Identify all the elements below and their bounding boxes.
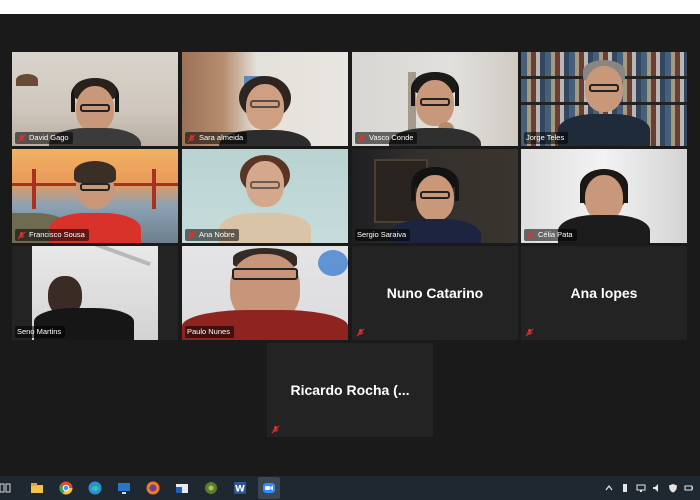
usb-icon[interactable] (620, 483, 630, 493)
shield-icon[interactable] (668, 483, 678, 493)
window-top-bar (0, 0, 700, 14)
participant-name: Ana Nobre (199, 230, 235, 239)
participant-name: Sara almeida (199, 133, 244, 142)
speaker-icon[interactable] (652, 483, 662, 493)
participant-name: Paulo Nunes (187, 327, 230, 336)
participant-name-bar: Sergio Saraiva (355, 229, 411, 241)
participant-tile[interactable]: Vasco Conde (352, 52, 518, 146)
participant-tile-no-video[interactable]: Ana lopes (521, 246, 687, 340)
mic-muted-icon (526, 231, 535, 239)
participant-display-name: Nuno Catarino (386, 285, 484, 301)
taskbar-app-edge[interactable] (84, 477, 106, 499)
mic-muted-icon (271, 425, 280, 434)
gallery-view: David Gago Sara almeida Vasco Conde Jorg… (0, 14, 700, 476)
participant-name-bar: Sara almeida (185, 132, 248, 144)
participant-name: Francisco Sousa (29, 230, 85, 239)
participant-name-bar: Vasco Conde (355, 132, 418, 144)
chevron-up-icon[interactable] (604, 483, 614, 493)
taskbar-app-remote-desktop[interactable] (113, 477, 135, 499)
participant-tile[interactable]: Francisco Sousa (12, 149, 178, 243)
system-tray (604, 476, 694, 500)
remote-desktop-icon (118, 483, 130, 494)
taskbar-app-zoom[interactable] (258, 477, 280, 499)
participant-name-bar: Ana Nobre (185, 229, 239, 241)
word-icon: W (234, 482, 246, 495)
task-view-button[interactable] (0, 477, 14, 499)
zoom-icon (263, 483, 275, 493)
participant-name: Jorge Teles (526, 133, 565, 142)
participant-tile[interactable]: Célia Pata (521, 149, 687, 243)
mic-muted-icon (187, 134, 196, 142)
taskbar-app-chrome[interactable] (55, 477, 77, 499)
participant-name-bar: Francisco Sousa (15, 229, 89, 241)
mic-muted-icon (17, 134, 26, 142)
task-view-icon (0, 483, 11, 493)
participant-tile-no-video[interactable]: Ricardo Rocha (... (267, 343, 433, 437)
taskbar-app-firefox[interactable] (142, 477, 164, 499)
game-icon (205, 482, 217, 494)
taskbar-app-file-explorer[interactable] (26, 477, 48, 499)
participant-tile-no-video[interactable]: Nuno Catarino (352, 246, 518, 340)
participant-name: David Gago (29, 133, 69, 142)
chrome-icon (59, 481, 73, 495)
participant-tile[interactable]: Paulo Nunes (182, 246, 348, 340)
mic-muted-icon (357, 134, 366, 142)
file-explorer-icon (31, 483, 43, 493)
participant-name-bar: Seno Martins (15, 326, 66, 338)
mic-muted-icon (187, 231, 196, 239)
participant-name: Célia Pata (538, 230, 573, 239)
participant-tile[interactable]: Jorge Teles (521, 52, 687, 146)
svg-text:W: W (235, 485, 245, 495)
mic-muted-icon (17, 231, 26, 239)
participant-display-name: Ricardo Rocha (... (290, 382, 410, 398)
taskbar-app-outlook[interactable] (171, 477, 193, 499)
participant-name: Sergio Saraiva (357, 230, 407, 239)
participant-name-bar: David Gago (15, 132, 73, 144)
edge-icon (88, 481, 102, 495)
participant-name-bar: Jorge Teles (524, 132, 569, 144)
participant-name: Vasco Conde (369, 133, 414, 142)
participant-tile-active-speaker[interactable]: Sergio Saraiva (352, 149, 518, 243)
participant-name: Seno Martins (17, 327, 62, 336)
taskbar-app-game[interactable] (200, 477, 222, 499)
participant-name-bar: Paulo Nunes (185, 326, 234, 338)
participant-tile[interactable]: Seno Martins (12, 246, 178, 340)
mic-muted-icon (356, 328, 365, 337)
windows-taskbar: W (0, 476, 700, 500)
taskbar-app-word[interactable]: W (229, 477, 251, 499)
network-icon[interactable] (636, 483, 646, 493)
participant-name-bar: Célia Pata (524, 229, 577, 241)
mic-muted-icon (525, 328, 534, 337)
participant-tile[interactable]: Sara almeida (182, 52, 348, 146)
participant-display-name: Ana lopes (570, 285, 638, 301)
firefox-icon (146, 481, 160, 495)
participant-tile[interactable]: David Gago (12, 52, 178, 146)
battery-icon[interactable] (684, 483, 694, 493)
participant-tile[interactable]: Ana Nobre (182, 149, 348, 243)
outlook-icon (176, 484, 188, 493)
